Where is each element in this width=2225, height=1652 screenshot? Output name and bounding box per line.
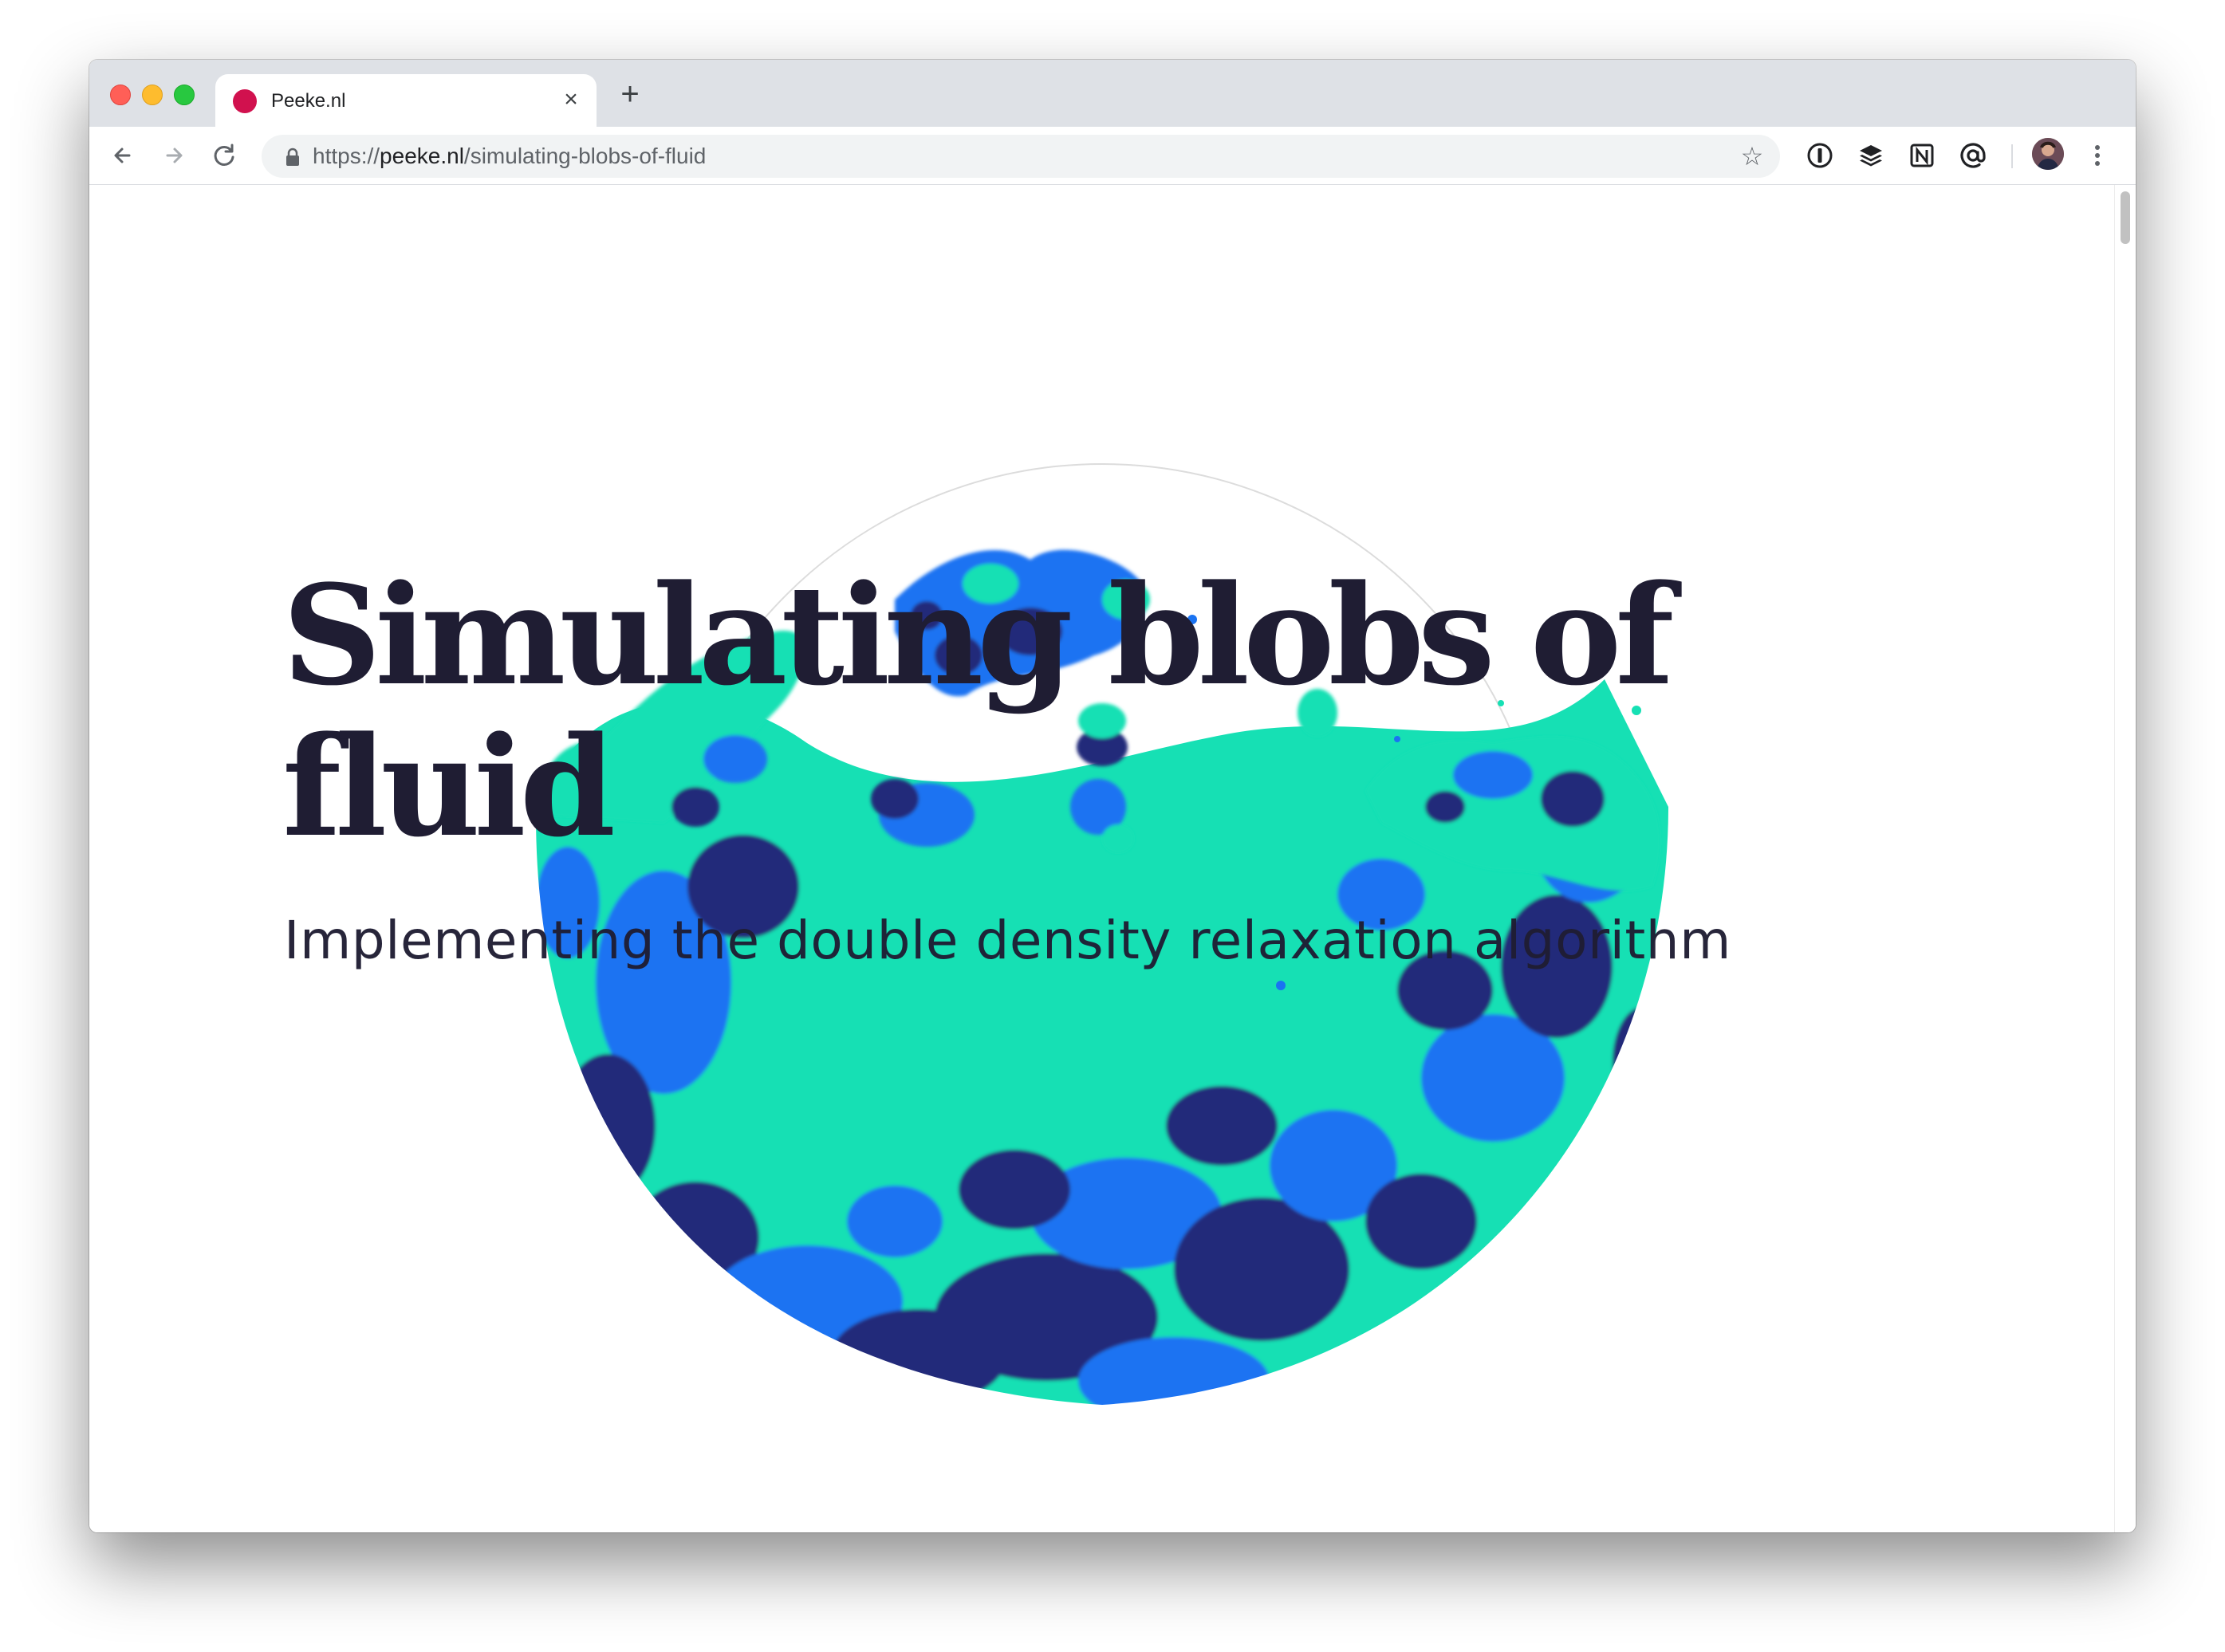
active-tab[interactable]: Peeke.nl × (215, 74, 597, 127)
minimize-window-button[interactable] (142, 85, 163, 105)
close-icon[interactable]: × (557, 85, 585, 114)
1password-icon[interactable] (1806, 141, 1834, 170)
lock-icon (286, 148, 299, 166)
menu-dots-icon[interactable] (2089, 141, 2105, 170)
page-subtitle: Implementing the double density relaxati… (284, 910, 1731, 971)
toolbar: https://peeke.nl/simulating-blobs-of-flu… (89, 127, 2136, 185)
vertical-scrollbar[interactable] (2114, 185, 2136, 1532)
page-title: Simulating blobs of fluid (282, 554, 1674, 867)
url-scheme: https:// (313, 144, 380, 168)
plus-icon[interactable]: + (612, 77, 648, 112)
scrollbar-thumb[interactable] (2121, 191, 2130, 244)
tab-title: Peeke.nl (271, 90, 346, 112)
close-window-button[interactable] (110, 85, 131, 105)
toolbar-divider (2011, 144, 2013, 168)
tab-bar: Peeke.nl × + (89, 60, 2136, 127)
bookmark-star-icon[interactable]: ☆ (1739, 143, 1766, 170)
at-sign-icon[interactable] (1959, 141, 1987, 170)
forward-arrow-icon[interactable] (156, 138, 191, 173)
back-arrow-icon[interactable] (105, 138, 140, 173)
buffer-icon[interactable] (1857, 141, 1885, 170)
url-text[interactable]: https://peeke.nl/simulating-blobs-of-flu… (313, 144, 706, 168)
maximize-window-button[interactable] (174, 85, 195, 105)
reload-icon[interactable] (207, 138, 242, 173)
address-bar[interactable]: https://peeke.nl/simulating-blobs-of-flu… (262, 135, 1780, 178)
url-path: /simulating-blobs-of-fluid (463, 144, 707, 168)
page-content: Simulating blobs of fluid Implementing t… (89, 185, 2115, 1532)
url-host: peeke.nl (380, 144, 464, 168)
profile-avatar[interactable] (2032, 138, 2064, 170)
notion-icon[interactable] (1908, 141, 1936, 170)
browser-window: Peeke.nl × + https://peeke.nl/simulating… (89, 60, 2136, 1532)
favicon-icon (233, 89, 257, 113)
